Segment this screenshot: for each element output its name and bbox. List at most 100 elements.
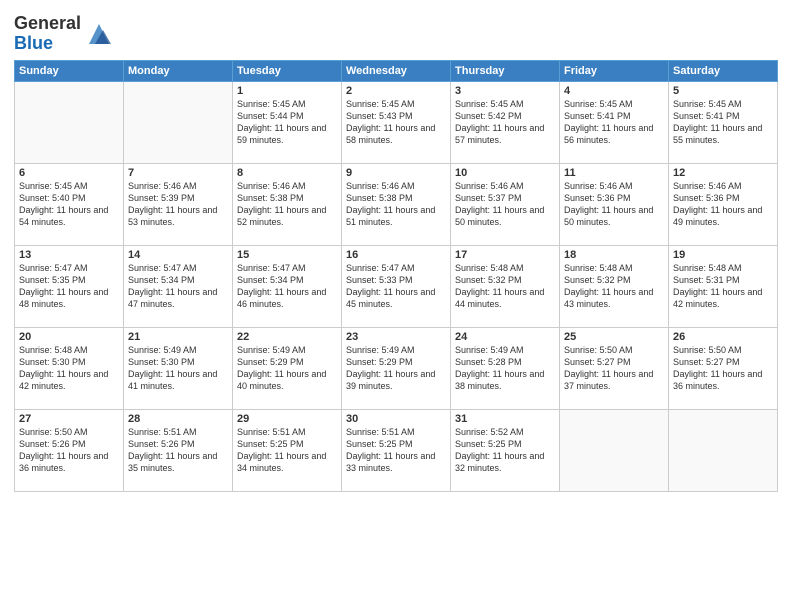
day-info: Sunrise: 5:48 AM Sunset: 5:32 PM Dayligh… — [455, 262, 555, 311]
calendar-header-saturday: Saturday — [669, 60, 778, 81]
day-info: Sunrise: 5:48 AM Sunset: 5:30 PM Dayligh… — [19, 344, 119, 393]
calendar-cell: 11Sunrise: 5:46 AM Sunset: 5:36 PM Dayli… — [560, 163, 669, 245]
day-number: 6 — [19, 167, 119, 179]
calendar-cell: 19Sunrise: 5:48 AM Sunset: 5:31 PM Dayli… — [669, 245, 778, 327]
logo-general: General — [14, 14, 81, 34]
day-info: Sunrise: 5:51 AM Sunset: 5:26 PM Dayligh… — [128, 426, 228, 475]
day-number: 31 — [455, 413, 555, 425]
calendar-header-sunday: Sunday — [15, 60, 124, 81]
calendar-header-monday: Monday — [124, 60, 233, 81]
calendar-header-tuesday: Tuesday — [233, 60, 342, 81]
day-info: Sunrise: 5:49 AM Sunset: 5:29 PM Dayligh… — [346, 344, 446, 393]
day-info: Sunrise: 5:48 AM Sunset: 5:32 PM Dayligh… — [564, 262, 664, 311]
page-container: General Blue SundayMondayTuesdayWednesda… — [0, 0, 792, 612]
day-info: Sunrise: 5:45 AM Sunset: 5:42 PM Dayligh… — [455, 98, 555, 147]
day-info: Sunrise: 5:50 AM Sunset: 5:27 PM Dayligh… — [673, 344, 773, 393]
day-info: Sunrise: 5:47 AM Sunset: 5:35 PM Dayligh… — [19, 262, 119, 311]
day-number: 11 — [564, 167, 664, 179]
calendar-cell: 4Sunrise: 5:45 AM Sunset: 5:41 PM Daylig… — [560, 81, 669, 163]
page-header: General Blue — [14, 10, 778, 54]
day-info: Sunrise: 5:45 AM Sunset: 5:41 PM Dayligh… — [564, 98, 664, 147]
day-number: 23 — [346, 331, 446, 343]
day-info: Sunrise: 5:47 AM Sunset: 5:33 PM Dayligh… — [346, 262, 446, 311]
calendar-cell: 8Sunrise: 5:46 AM Sunset: 5:38 PM Daylig… — [233, 163, 342, 245]
day-number: 18 — [564, 249, 664, 261]
day-info: Sunrise: 5:51 AM Sunset: 5:25 PM Dayligh… — [237, 426, 337, 475]
day-number: 9 — [346, 167, 446, 179]
week-row-2: 13Sunrise: 5:47 AM Sunset: 5:35 PM Dayli… — [15, 245, 778, 327]
day-number: 26 — [673, 331, 773, 343]
day-info: Sunrise: 5:46 AM Sunset: 5:38 PM Dayligh… — [237, 180, 337, 229]
day-info: Sunrise: 5:46 AM Sunset: 5:38 PM Dayligh… — [346, 180, 446, 229]
day-number: 2 — [346, 85, 446, 97]
week-row-1: 6Sunrise: 5:45 AM Sunset: 5:40 PM Daylig… — [15, 163, 778, 245]
calendar-cell: 9Sunrise: 5:46 AM Sunset: 5:38 PM Daylig… — [342, 163, 451, 245]
day-number: 13 — [19, 249, 119, 261]
calendar-header-thursday: Thursday — [451, 60, 560, 81]
calendar-table: SundayMondayTuesdayWednesdayThursdayFrid… — [14, 60, 778, 492]
logo-icon — [85, 20, 113, 48]
day-info: Sunrise: 5:49 AM Sunset: 5:29 PM Dayligh… — [237, 344, 337, 393]
calendar-header-friday: Friday — [560, 60, 669, 81]
day-info: Sunrise: 5:50 AM Sunset: 5:27 PM Dayligh… — [564, 344, 664, 393]
calendar-cell: 17Sunrise: 5:48 AM Sunset: 5:32 PM Dayli… — [451, 245, 560, 327]
day-info: Sunrise: 5:48 AM Sunset: 5:31 PM Dayligh… — [673, 262, 773, 311]
day-number: 19 — [673, 249, 773, 261]
calendar-cell: 31Sunrise: 5:52 AM Sunset: 5:25 PM Dayli… — [451, 409, 560, 491]
day-number: 5 — [673, 85, 773, 97]
calendar-cell: 26Sunrise: 5:50 AM Sunset: 5:27 PM Dayli… — [669, 327, 778, 409]
calendar-cell: 5Sunrise: 5:45 AM Sunset: 5:41 PM Daylig… — [669, 81, 778, 163]
day-info: Sunrise: 5:49 AM Sunset: 5:30 PM Dayligh… — [128, 344, 228, 393]
day-info: Sunrise: 5:46 AM Sunset: 5:37 PM Dayligh… — [455, 180, 555, 229]
day-number: 3 — [455, 85, 555, 97]
calendar-header-row: SundayMondayTuesdayWednesdayThursdayFrid… — [15, 60, 778, 81]
day-number: 29 — [237, 413, 337, 425]
calendar-cell: 27Sunrise: 5:50 AM Sunset: 5:26 PM Dayli… — [15, 409, 124, 491]
day-info: Sunrise: 5:45 AM Sunset: 5:43 PM Dayligh… — [346, 98, 446, 147]
day-number: 16 — [346, 249, 446, 261]
calendar-cell: 1Sunrise: 5:45 AM Sunset: 5:44 PM Daylig… — [233, 81, 342, 163]
calendar-cell: 28Sunrise: 5:51 AM Sunset: 5:26 PM Dayli… — [124, 409, 233, 491]
calendar-cell: 6Sunrise: 5:45 AM Sunset: 5:40 PM Daylig… — [15, 163, 124, 245]
week-row-0: 1Sunrise: 5:45 AM Sunset: 5:44 PM Daylig… — [15, 81, 778, 163]
day-number: 12 — [673, 167, 773, 179]
day-number: 30 — [346, 413, 446, 425]
calendar-header-wednesday: Wednesday — [342, 60, 451, 81]
day-number: 20 — [19, 331, 119, 343]
day-info: Sunrise: 5:45 AM Sunset: 5:44 PM Dayligh… — [237, 98, 337, 147]
calendar-cell: 29Sunrise: 5:51 AM Sunset: 5:25 PM Dayli… — [233, 409, 342, 491]
day-info: Sunrise: 5:52 AM Sunset: 5:25 PM Dayligh… — [455, 426, 555, 475]
day-number: 17 — [455, 249, 555, 261]
calendar-cell — [560, 409, 669, 491]
calendar-cell: 7Sunrise: 5:46 AM Sunset: 5:39 PM Daylig… — [124, 163, 233, 245]
calendar-cell: 25Sunrise: 5:50 AM Sunset: 5:27 PM Dayli… — [560, 327, 669, 409]
calendar-cell: 21Sunrise: 5:49 AM Sunset: 5:30 PM Dayli… — [124, 327, 233, 409]
day-info: Sunrise: 5:47 AM Sunset: 5:34 PM Dayligh… — [128, 262, 228, 311]
calendar-cell: 15Sunrise: 5:47 AM Sunset: 5:34 PM Dayli… — [233, 245, 342, 327]
day-number: 14 — [128, 249, 228, 261]
calendar-cell: 3Sunrise: 5:45 AM Sunset: 5:42 PM Daylig… — [451, 81, 560, 163]
week-row-4: 27Sunrise: 5:50 AM Sunset: 5:26 PM Dayli… — [15, 409, 778, 491]
day-number: 28 — [128, 413, 228, 425]
calendar-cell: 22Sunrise: 5:49 AM Sunset: 5:29 PM Dayli… — [233, 327, 342, 409]
calendar-cell: 24Sunrise: 5:49 AM Sunset: 5:28 PM Dayli… — [451, 327, 560, 409]
day-info: Sunrise: 5:49 AM Sunset: 5:28 PM Dayligh… — [455, 344, 555, 393]
day-info: Sunrise: 5:51 AM Sunset: 5:25 PM Dayligh… — [346, 426, 446, 475]
day-info: Sunrise: 5:47 AM Sunset: 5:34 PM Dayligh… — [237, 262, 337, 311]
day-number: 25 — [564, 331, 664, 343]
calendar-cell: 20Sunrise: 5:48 AM Sunset: 5:30 PM Dayli… — [15, 327, 124, 409]
calendar-cell — [669, 409, 778, 491]
logo: General Blue — [14, 14, 113, 54]
day-number: 1 — [237, 85, 337, 97]
day-info: Sunrise: 5:50 AM Sunset: 5:26 PM Dayligh… — [19, 426, 119, 475]
day-info: Sunrise: 5:46 AM Sunset: 5:36 PM Dayligh… — [673, 180, 773, 229]
calendar-cell: 14Sunrise: 5:47 AM Sunset: 5:34 PM Dayli… — [124, 245, 233, 327]
calendar-cell: 16Sunrise: 5:47 AM Sunset: 5:33 PM Dayli… — [342, 245, 451, 327]
day-number: 15 — [237, 249, 337, 261]
day-number: 10 — [455, 167, 555, 179]
day-number: 22 — [237, 331, 337, 343]
day-info: Sunrise: 5:45 AM Sunset: 5:40 PM Dayligh… — [19, 180, 119, 229]
day-number: 7 — [128, 167, 228, 179]
logo-blue: Blue — [14, 34, 81, 54]
week-row-3: 20Sunrise: 5:48 AM Sunset: 5:30 PM Dayli… — [15, 327, 778, 409]
